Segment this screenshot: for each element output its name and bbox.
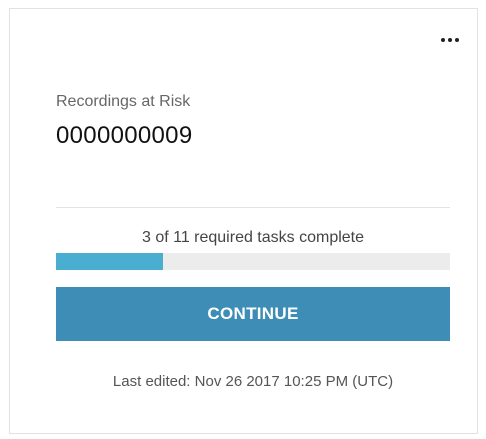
divider (56, 207, 450, 208)
dot (455, 38, 459, 42)
metric-value: 0000000009 (56, 122, 193, 149)
metric-label: Recordings at Risk (56, 93, 191, 110)
progress-text: 3 of 11 required tasks complete (141, 229, 365, 246)
last-edited-text: Last edited: Nov 26 2017 10:25 PM (UTC) (112, 373, 394, 390)
continue-button[interactable]: CONTINUE (56, 287, 450, 341)
progress-bar (56, 253, 450, 270)
more-options-icon[interactable] (441, 38, 459, 42)
progress-bar-fill (56, 253, 164, 270)
dot (448, 38, 452, 42)
dot (441, 38, 445, 42)
task-card: Recordings at Risk 0000000009 3 of 11 re… (9, 8, 478, 434)
